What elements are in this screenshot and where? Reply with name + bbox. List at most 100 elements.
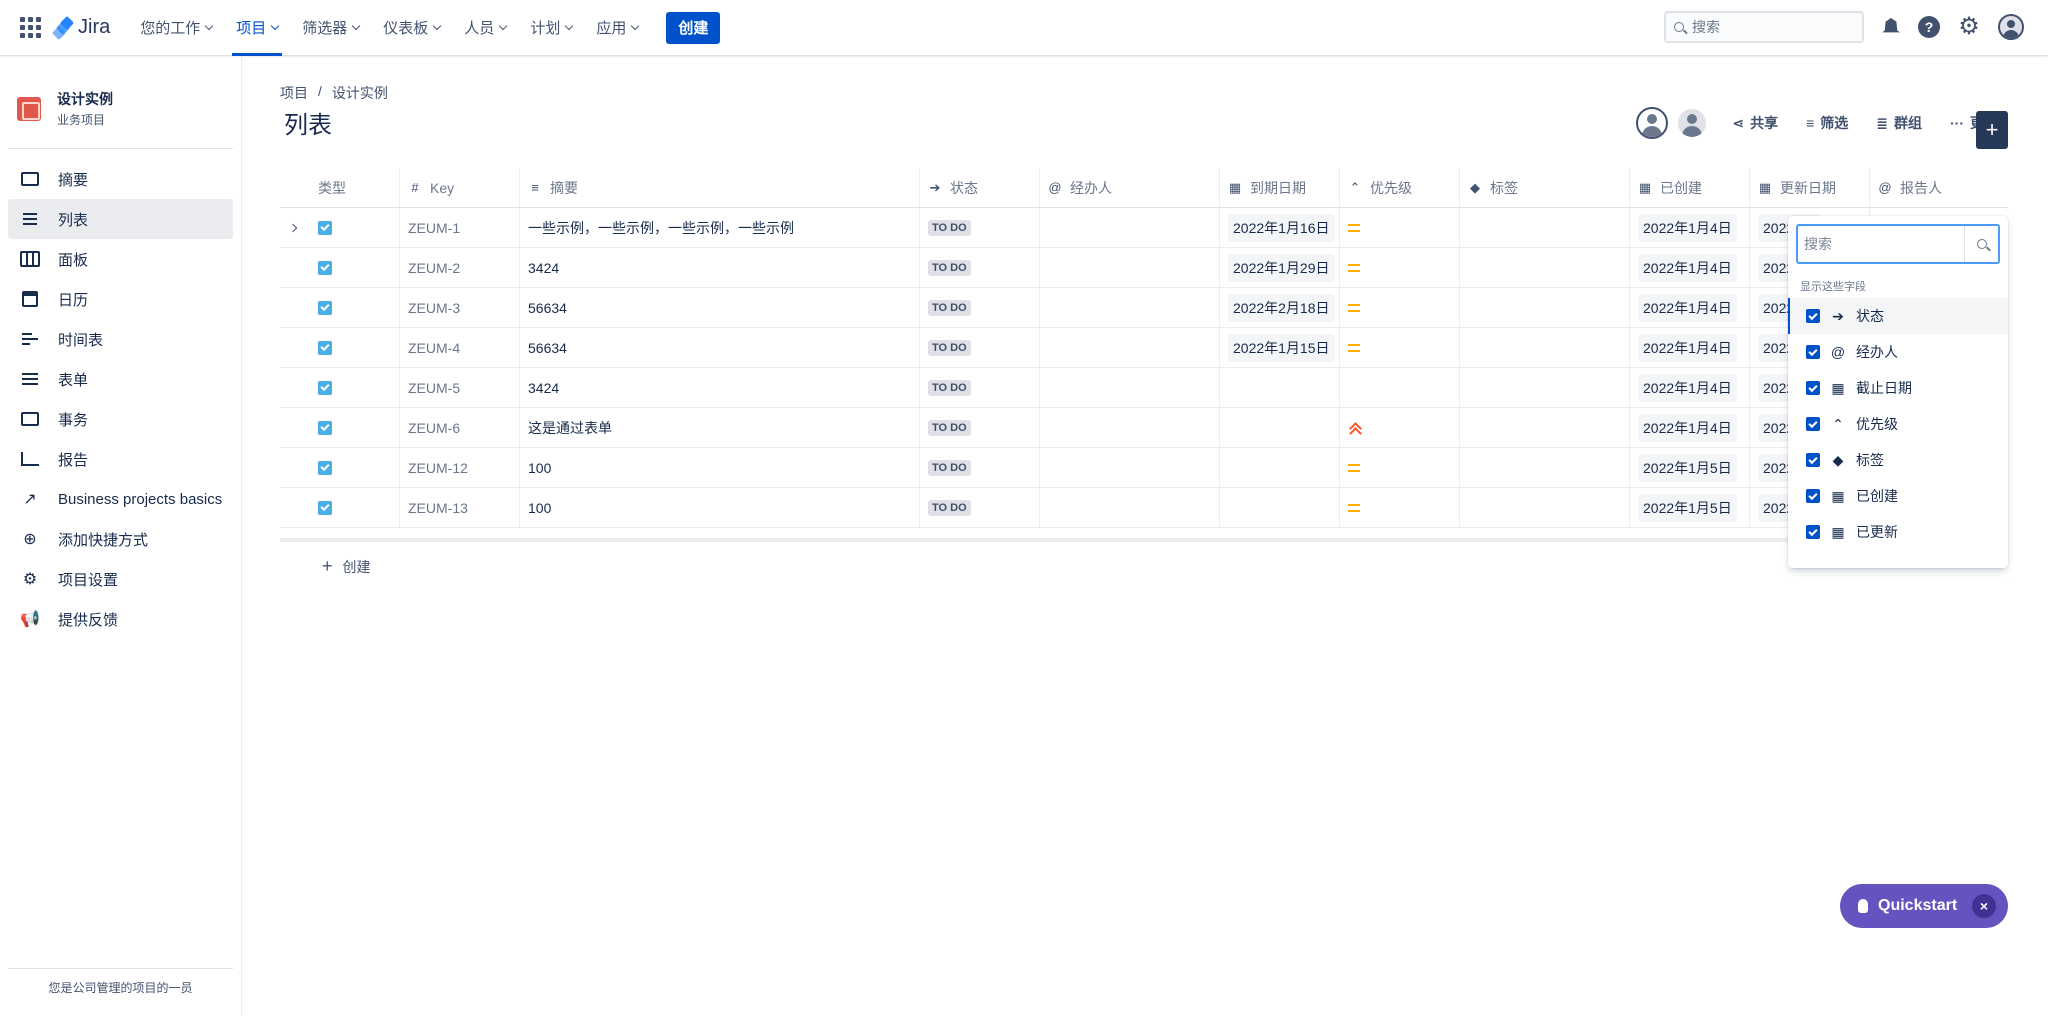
breadcrumb-projects[interactable]: 项目 [280, 83, 308, 103]
summary-cell[interactable]: 这是通过表单 [520, 408, 920, 447]
status-cell[interactable]: TO DO [920, 368, 1040, 407]
due-date-cell[interactable]: 2022年1月15日 [1220, 328, 1340, 367]
breadcrumb-project[interactable]: 设计实例 [332, 83, 388, 103]
header-due-date[interactable]: ▦ 到期日期 [1220, 168, 1340, 207]
checkbox[interactable] [1806, 309, 1820, 323]
summary-cell[interactable]: 3424 [520, 248, 920, 287]
create-issue-button[interactable]: + 创建 [322, 556, 371, 577]
assignee-cell[interactable] [1040, 288, 1220, 327]
search-icon[interactable] [1964, 226, 1998, 262]
checkbox[interactable] [1806, 525, 1820, 539]
status-badge[interactable]: TO DO [928, 259, 971, 276]
status-cell[interactable]: TO DO [920, 248, 1040, 287]
issue-summary[interactable]: 3424 [528, 380, 559, 396]
sidebar-item-board[interactable]: 面板 [8, 239, 233, 279]
sidebar-item-forms[interactable]: 表单 [8, 359, 233, 399]
labels-cell[interactable] [1460, 208, 1630, 247]
checkbox[interactable] [1806, 345, 1820, 359]
priority-cell[interactable] [1340, 328, 1460, 367]
header-created[interactable]: ▦ 已创建 [1630, 168, 1750, 207]
field-option[interactable]: ⌃ 优先级 [1788, 406, 2008, 442]
key-cell[interactable]: ZEUM-3 [400, 288, 520, 327]
labels-cell[interactable] [1460, 448, 1630, 487]
table-row[interactable]: ZEUM-1 一些示例，一些示例，一些示例，一些示例 TO DO 2022年1月… [280, 208, 2008, 248]
app-switcher-icon[interactable] [20, 16, 42, 39]
nav-dashboards[interactable]: 仪表板 [377, 0, 446, 56]
nav-filters[interactable]: 筛选器 [296, 0, 365, 56]
nav-plans[interactable]: 计划 [524, 0, 578, 56]
assignee-cell[interactable] [1040, 488, 1220, 527]
issue-summary[interactable]: 3424 [528, 260, 559, 276]
create-button[interactable]: 创建 [666, 11, 721, 44]
assignee-cell[interactable] [1040, 408, 1220, 447]
labels-cell[interactable] [1460, 248, 1630, 287]
summary-cell[interactable]: 100 [520, 448, 920, 487]
table-row[interactable]: ZEUM-4 56634 TO DO 2022年1月15日 2022年1月4日 … [280, 328, 2008, 368]
nav-people[interactable]: 人员 [458, 0, 512, 56]
table-row[interactable]: ZEUM-6 这是通过表单 TO DO 2022年1月4日 2022年1 [280, 408, 2008, 448]
issue-key[interactable]: ZEUM-4 [408, 340, 460, 356]
assignee-cell[interactable] [1040, 368, 1220, 407]
field-option[interactable]: ◆ 标签 [1788, 442, 2008, 478]
key-cell[interactable]: ZEUM-4 [400, 328, 520, 367]
key-cell[interactable]: ZEUM-13 [400, 488, 520, 527]
due-date-cell[interactable] [1220, 368, 1340, 407]
summary-cell[interactable]: 56634 [520, 328, 920, 367]
status-cell[interactable]: TO DO [920, 288, 1040, 327]
header-type[interactable]: 类型 [306, 168, 400, 207]
avatar[interactable] [1636, 107, 1669, 139]
key-cell[interactable]: ZEUM-5 [400, 368, 520, 407]
summary-cell[interactable]: 100 [520, 488, 920, 527]
quickstart-button[interactable]: Quickstart × [1840, 884, 2008, 928]
filter-button[interactable]: ≡ 筛选 [1806, 113, 1848, 133]
field-option[interactable]: @ 经办人 [1788, 334, 2008, 370]
issue-key[interactable]: ZEUM-2 [408, 260, 460, 276]
due-date-cell[interactable]: 2022年1月29日 [1220, 248, 1340, 287]
status-cell[interactable]: TO DO [920, 488, 1040, 527]
priority-cell[interactable] [1340, 488, 1460, 527]
status-badge[interactable]: TO DO [928, 219, 971, 236]
summary-cell[interactable]: 一些示例，一些示例，一些示例，一些示例 [520, 208, 920, 247]
priority-cell[interactable] [1340, 448, 1460, 487]
issue-summary[interactable]: 100 [528, 460, 551, 476]
checkbox[interactable] [1806, 489, 1820, 503]
field-option[interactable]: ➔ 状态 [1788, 298, 2008, 334]
key-cell[interactable]: ZEUM-1 [400, 208, 520, 247]
labels-cell[interactable] [1460, 288, 1630, 327]
field-option[interactable]: ▦ 截止日期 [1788, 370, 2008, 406]
sidebar-item-issues[interactable]: 事务 [8, 399, 233, 439]
header-updated[interactable]: ▦ 更新日期 [1750, 168, 1870, 207]
status-badge[interactable]: TO DO [928, 379, 971, 396]
labels-cell[interactable] [1460, 408, 1630, 447]
issue-key[interactable]: ZEUM-5 [408, 380, 460, 396]
issue-summary[interactable]: 一些示例，一些示例，一些示例，一些示例 [528, 218, 794, 238]
priority-cell[interactable] [1340, 248, 1460, 287]
due-date-cell[interactable] [1220, 448, 1340, 487]
assignee-cell[interactable] [1040, 448, 1220, 487]
issue-summary[interactable]: 56634 [528, 300, 567, 316]
header-key[interactable]: # Key [400, 168, 520, 207]
profile-avatar[interactable] [1998, 14, 2024, 40]
key-cell[interactable]: ZEUM-2 [400, 248, 520, 287]
sidebar-item-add-shortcut[interactable]: ⊕ 添加快捷方式 [8, 519, 233, 559]
assignee-cell[interactable] [1040, 208, 1220, 247]
sidebar-item-timeline[interactable]: 时间表 [8, 319, 233, 359]
labels-cell[interactable] [1460, 368, 1630, 407]
field-search-input[interactable]: 搜索 [1796, 224, 2000, 264]
issue-summary[interactable]: 100 [528, 500, 551, 516]
global-search-input[interactable]: 搜索 [1664, 11, 1864, 43]
expand-cell[interactable] [280, 208, 306, 247]
status-badge[interactable]: TO DO [928, 419, 971, 436]
status-badge[interactable]: TO DO [928, 299, 971, 316]
add-people-avatar[interactable] [1676, 107, 1709, 139]
header-summary[interactable]: ≡ 摘要 [520, 168, 920, 207]
priority-cell[interactable] [1340, 288, 1460, 327]
issue-summary[interactable]: 这是通过表单 [528, 418, 612, 438]
nav-apps[interactable]: 应用 [590, 0, 644, 56]
assignee-cell[interactable] [1040, 328, 1220, 367]
add-column-button[interactable]: + [1976, 111, 2008, 149]
status-cell[interactable]: TO DO [920, 208, 1040, 247]
notifications-icon[interactable] [1882, 18, 1900, 33]
table-row[interactable]: ZEUM-13 100 TO DO 2022年1月5日 2022年1 [280, 488, 2008, 528]
due-date-cell[interactable] [1220, 488, 1340, 527]
